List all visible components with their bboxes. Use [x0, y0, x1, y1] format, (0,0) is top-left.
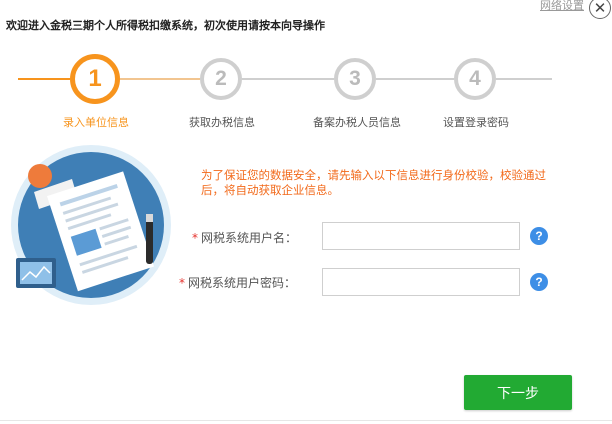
required-mark: * — [179, 276, 185, 290]
next-step-button[interactable]: 下一步 — [464, 375, 572, 410]
password-label: * 网税系统用户密码： — [179, 274, 296, 291]
network-settings-link[interactable]: 网络设置 — [540, 0, 584, 13]
username-input[interactable] — [322, 222, 520, 250]
documents-illustration — [11, 145, 171, 305]
password-input[interactable] — [322, 268, 520, 296]
step-line-2-3 — [242, 78, 334, 80]
close-button[interactable]: ✕ — [589, 0, 611, 19]
required-mark: * — [192, 231, 198, 245]
username-label-text: 网税系统用户名： — [201, 231, 298, 245]
close-icon: ✕ — [593, 0, 607, 17]
step-1-circle: 1 — [70, 54, 120, 104]
step-3-label: 备案办税人员信息 — [313, 116, 401, 129]
step-line-right — [496, 78, 552, 80]
bottom-divider — [0, 420, 612, 421]
password-label-text: 网税系统用户密码： — [188, 276, 297, 290]
step-2-circle: 2 — [200, 58, 242, 100]
step-progress: 1 2 3 4 录入单位信息 获取办税信息 备案办税人员信息 设置登录密码 — [0, 52, 612, 132]
step-3-circle: 3 — [334, 58, 376, 100]
step-line-3-4 — [376, 78, 454, 80]
step-line-1-2 — [120, 78, 200, 80]
wizard-title: 欢迎进入金税三期个人所得税扣缴系统，初次使用请按本向导操作 — [6, 19, 325, 32]
username-help-icon[interactable]: ? — [530, 227, 548, 245]
verification-notice: 为了保证您的数据安全，请先输入以下信息进行身份校验，校验通过后，将自动获取企业信… — [201, 168, 546, 197]
step-line-left — [18, 78, 70, 80]
password-help-icon[interactable]: ? — [530, 273, 548, 291]
step-1-label: 录入单位信息 — [63, 116, 129, 129]
username-label: * 网税系统用户名： — [192, 229, 297, 246]
step-2-label: 获取办税信息 — [189, 116, 255, 129]
step-4-circle: 4 — [454, 58, 496, 100]
step-4-label: 设置登录密码 — [443, 116, 509, 129]
